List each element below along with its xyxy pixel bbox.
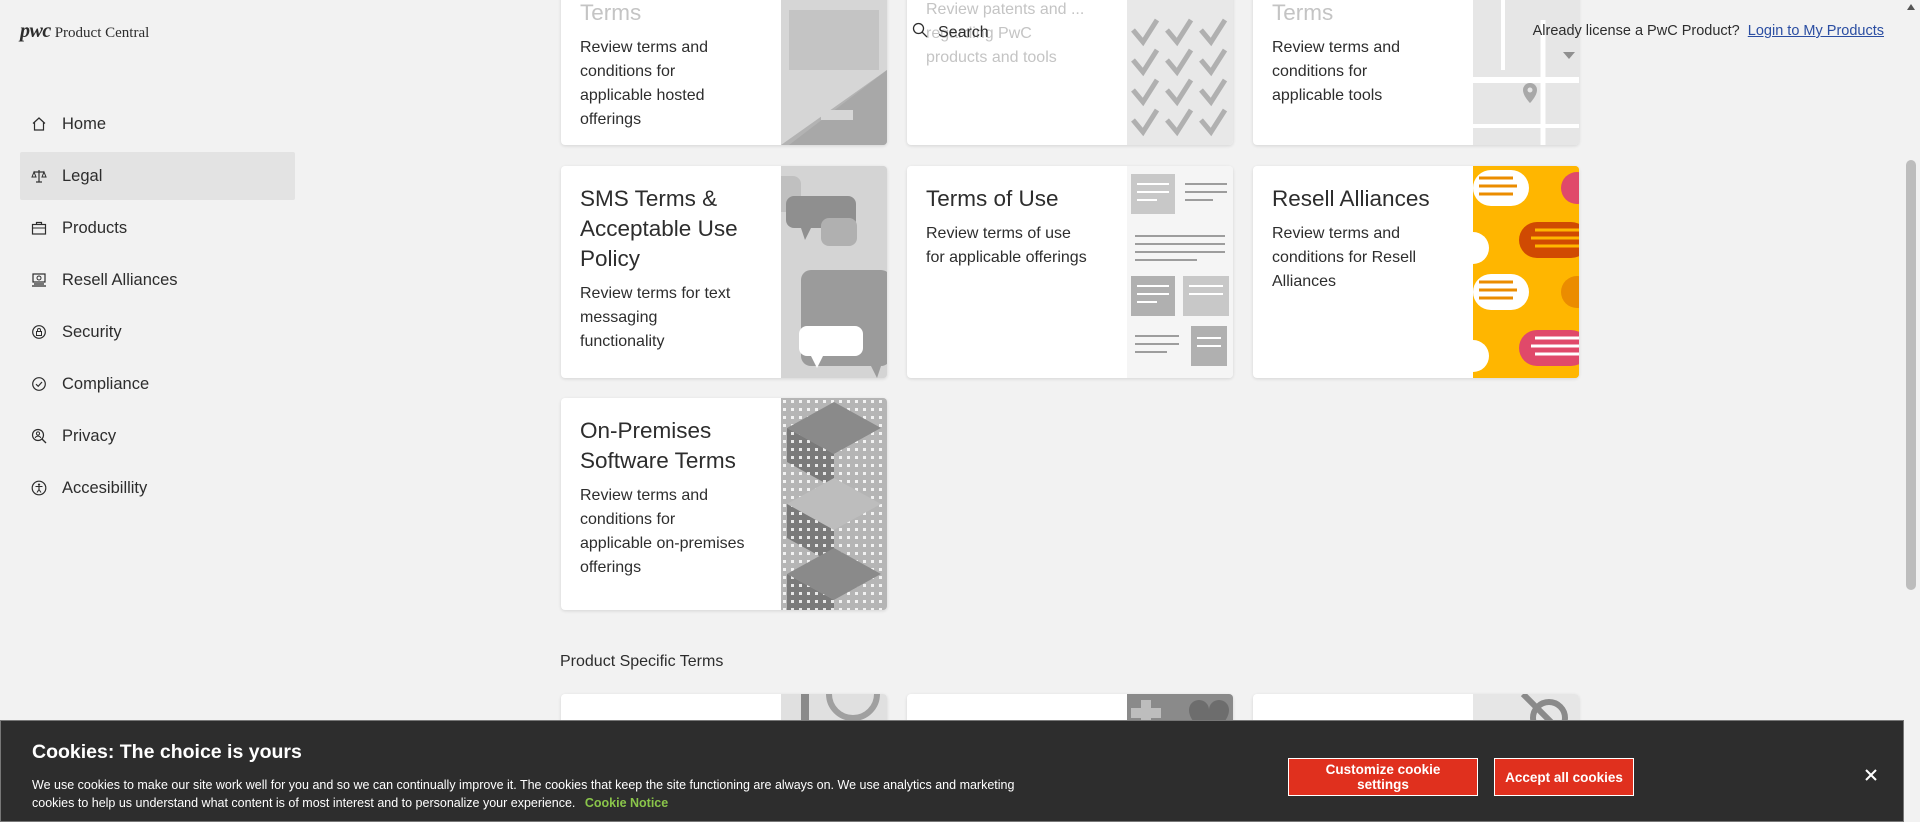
search-icon xyxy=(912,22,928,43)
sidebar-nav: Home Legal Products Resell Alliances Sec… xyxy=(20,100,295,516)
briefcase-icon xyxy=(30,219,48,237)
product-name[interactable]: Product Central xyxy=(55,25,150,42)
login-link[interactable]: Login to My Products xyxy=(1748,23,1884,39)
card-desc: Review terms and conditions for Resell A… xyxy=(1272,225,1417,290)
sidebar-item-label: Compliance xyxy=(62,374,150,393)
card-resell-alliances[interactable]: Resell Alliances Review terms and condit… xyxy=(1253,166,1579,378)
scales-icon xyxy=(30,167,48,185)
sidebar-item-label: Privacy xyxy=(62,426,117,445)
card-desc: Review terms and conditions for applicab… xyxy=(580,487,745,576)
sidebar-item-security[interactable]: Security xyxy=(20,308,295,356)
cookie-notice-link[interactable]: Cookie Notice xyxy=(585,796,668,810)
sidebar-item-products[interactable]: Products xyxy=(20,204,295,252)
section-title-product-specific: Product Specific Terms xyxy=(560,653,724,670)
license-question: Already license a PwC Product? xyxy=(1532,23,1740,39)
cookie-title: Cookies: The choice is yours xyxy=(32,741,302,763)
cookie-text: We use cookies to make our site work wel… xyxy=(32,776,1032,812)
sidebar-item-label: Resell Alliances xyxy=(62,270,178,289)
search-button[interactable]: Search xyxy=(912,22,989,43)
card-text: On-Premises Software Terms Review terms … xyxy=(580,416,745,580)
card-title: SMS Terms & Acceptable Use Policy xyxy=(580,186,738,271)
card-text: Resell Alliances Review terms and condit… xyxy=(1272,184,1437,294)
search-label: Search xyxy=(938,23,989,41)
card-title: On-Premises Software Terms xyxy=(580,418,736,473)
buildings-illustration xyxy=(781,398,887,610)
speech-bubbles-illustration xyxy=(771,166,887,378)
sidebar-item-label: Security xyxy=(62,322,122,341)
sidebar-item-label: Products xyxy=(62,218,128,237)
card-title: Terms of Use xyxy=(926,186,1059,211)
card-on-premises-terms[interactable]: On-Premises Software Terms Review terms … xyxy=(561,398,887,610)
card-title: Resell Alliances xyxy=(1272,186,1430,211)
sidebar-item-resell-alliances[interactable]: Resell Alliances xyxy=(20,256,295,304)
close-icon[interactable] xyxy=(1862,766,1880,784)
card-sms-terms[interactable]: SMS Terms & Acceptable Use Policy Review… xyxy=(561,166,887,378)
card-text: Terms of Use Review terms of use for app… xyxy=(926,184,1091,270)
customize-cookie-settings-button[interactable]: Customize cookie settings xyxy=(1288,758,1478,796)
sidebar-item-compliance[interactable]: Compliance xyxy=(20,360,295,408)
sidebar-item-label: Home xyxy=(62,114,107,133)
sidebar-item-label: Accesibillity xyxy=(62,478,148,497)
sidebar-item-accessibility[interactable]: Accesibillity xyxy=(20,464,295,512)
home-icon xyxy=(30,115,48,133)
cookie-description: We use cookies to make our site work wel… xyxy=(32,778,1015,810)
document-lines-illustration xyxy=(1127,166,1233,378)
shield-icon xyxy=(30,323,48,341)
sidebar-item-home[interactable]: Home xyxy=(20,100,295,148)
accept-all-cookies-button[interactable]: Accept all cookies xyxy=(1494,758,1634,796)
cookie-banner: Cookies: The choice is yours We use cook… xyxy=(0,720,1904,822)
license-prompt: Already license a PwC Product? Login to … xyxy=(1533,23,1884,39)
handshake-icon xyxy=(30,271,48,289)
sidebar-item-label: Legal xyxy=(62,166,103,185)
card-desc: Review terms for text messaging function… xyxy=(580,285,731,350)
card-terms-of-use[interactable]: Terms of Use Review terms of use for app… xyxy=(907,166,1233,378)
pwc-logo[interactable]: pwc xyxy=(20,20,51,43)
card-desc: Review terms of use for applicable offer… xyxy=(926,225,1087,266)
orange-hands-illustration xyxy=(1457,166,1579,378)
scroll-up-arrow-icon[interactable] xyxy=(1907,4,1915,10)
accessibility-icon xyxy=(30,479,48,497)
person-search-icon xyxy=(30,427,48,445)
top-header: pwc Product Central Search Already licen… xyxy=(0,0,1900,62)
check-circle-icon xyxy=(30,375,48,393)
scrollbar-thumb[interactable] xyxy=(1906,160,1916,590)
card-text: SMS Terms & Acceptable Use Policy Review… xyxy=(580,184,745,354)
page-scrollbar[interactable] xyxy=(1902,0,1920,804)
brand[interactable]: pwc Product Central xyxy=(20,20,149,43)
sidebar-item-legal[interactable]: Legal xyxy=(20,152,295,200)
sidebar-item-privacy[interactable]: Privacy xyxy=(20,412,295,460)
